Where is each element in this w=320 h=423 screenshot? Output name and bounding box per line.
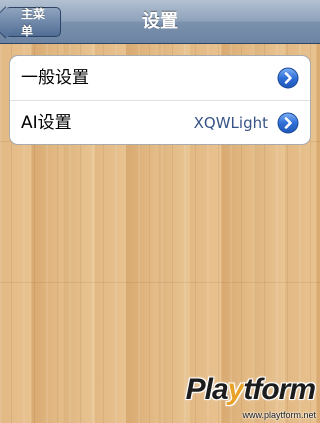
watermark-url: www.playtform.net — [242, 410, 316, 420]
settings-group: 一般设置 AI设置 XQWLight — [9, 55, 311, 145]
page-title: 设置 — [142, 11, 178, 32]
settings-screen: 主菜单 设置 一般设置 AI设置 XQWLight Playtform www.… — [0, 0, 320, 423]
back-button-label: 主菜单 — [21, 7, 46, 38]
row-label: 一般设置 — [21, 68, 89, 88]
settings-row-ai[interactable]: AI设置 XQWLight — [10, 100, 310, 144]
watermark-logo: Playtform — [185, 373, 316, 406]
row-value: XQWLight — [193, 114, 268, 132]
back-button[interactable]: 主菜单 — [5, 7, 61, 38]
chevron-right-circle-icon[interactable] — [277, 67, 299, 89]
navigation-bar: 主菜单 设置 — [0, 0, 320, 44]
playtform-watermark: Playtform www.playtform.net — [168, 371, 320, 423]
settings-row-general[interactable]: 一般设置 — [10, 56, 310, 100]
chevron-right-circle-icon[interactable] — [277, 112, 299, 134]
row-label: AI设置 — [21, 113, 72, 133]
